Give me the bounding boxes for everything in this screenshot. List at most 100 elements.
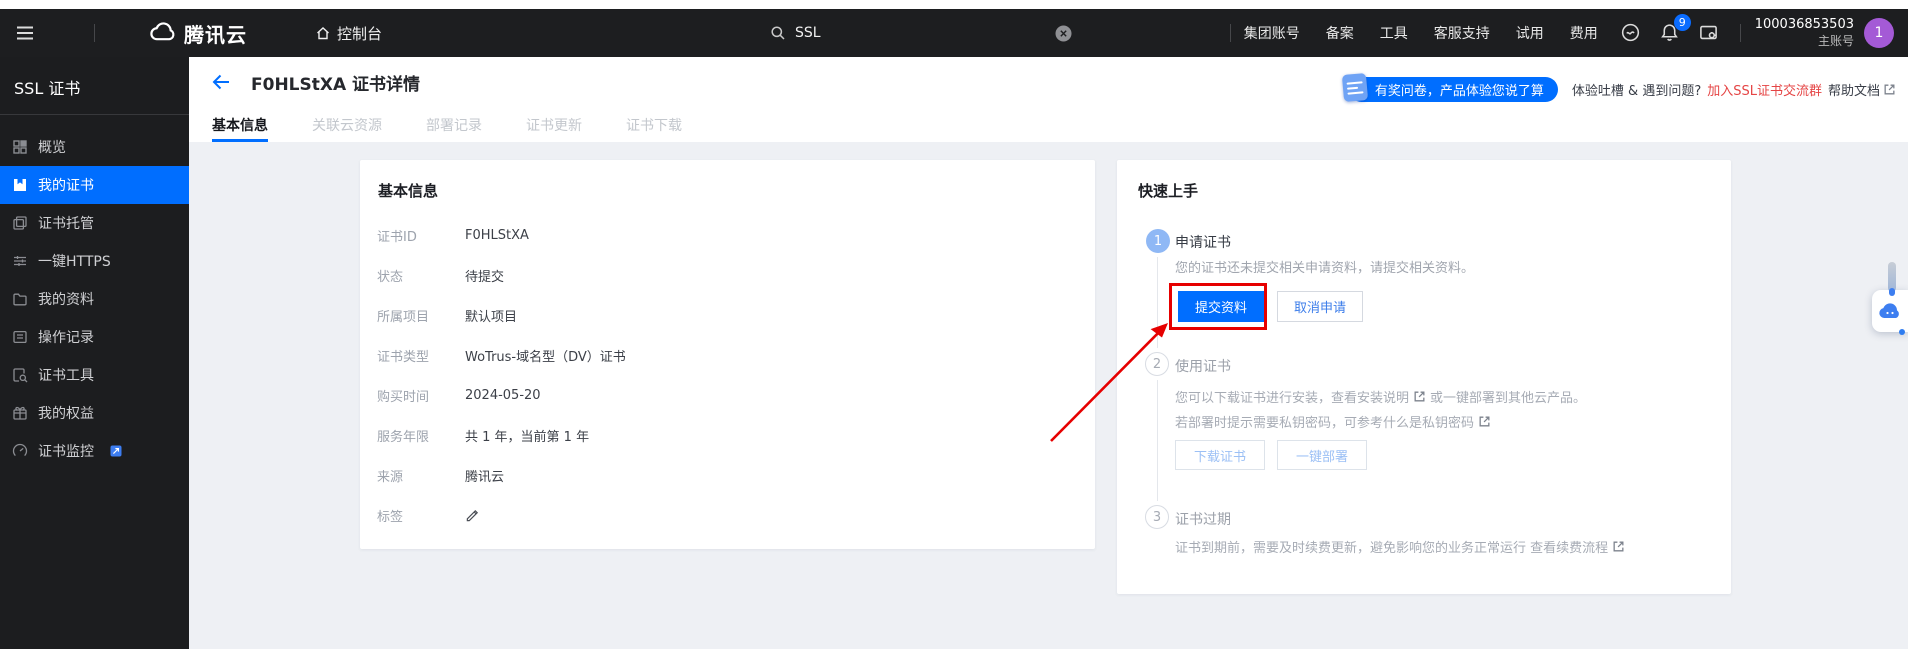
field-value: 默认项目 (465, 306, 517, 325)
cloud-logo-icon (149, 20, 175, 46)
step-3-title: 证书过期 (1175, 509, 1231, 529)
sidebar-item-cert-tools[interactable]: 证书工具 (0, 356, 189, 394)
sidebar-item-label: 我的权益 (38, 403, 94, 423)
info-row-project: 所属项目 默认项目 (360, 295, 1095, 335)
sidebar-item-label: 操作记录 (38, 327, 94, 347)
menu-item-icp[interactable]: 备案 (1313, 23, 1367, 43)
field-label: 服务年限 (377, 426, 465, 445)
hamburger-menu-icon[interactable] (14, 22, 36, 44)
step-2-desc-text: 您可以下载证书进行安装，查看安装说明 (1175, 387, 1409, 406)
service-status-icon[interactable] (1611, 23, 1650, 42)
field-value: 待提交 (465, 266, 504, 285)
edit-tags-pencil-icon[interactable] (465, 508, 480, 523)
notifications-bell-icon[interactable]: 9 (1650, 23, 1689, 42)
survey-doc-icon (1342, 73, 1368, 102)
sidebar-item-cert-monitor[interactable]: 证书监控 (0, 432, 189, 470)
tab-associated-resources[interactable]: 关联云资源 (312, 107, 382, 142)
home-icon (315, 25, 331, 41)
step-2-desc-line2: 若部署时提示需要私钥密码，可参考什么是私钥密码 (1175, 412, 1491, 431)
field-value: WoTrus-域名型（DV）证书 (465, 346, 626, 365)
brand-name: 腾讯云 (184, 19, 247, 48)
external-link-icon[interactable] (1478, 415, 1491, 428)
tab-basic-info[interactable]: 基本信息 (212, 107, 268, 142)
external-link-icon[interactable] (1413, 390, 1426, 403)
survey-banner-text: 有奖问卷，产品体验您说了算 (1375, 80, 1544, 99)
field-value: F0HLStXA (465, 228, 529, 243)
one-click-deploy-button[interactable]: 一键部署 (1277, 440, 1367, 470)
search-bar[interactable]: SSL (770, 9, 1072, 57)
step-3-desc: 证书到期前，需要及时续费更新，避免影响您的业务正常运行 查看续费流程 (1175, 537, 1625, 556)
window-top-strip (0, 0, 1908, 9)
assistant-widget[interactable] (1872, 290, 1908, 332)
info-row-status: 状态 待提交 (360, 255, 1095, 295)
step-2-desc-line1: 您可以下载证书进行安装，查看安装说明 或一键部署到其他云产品。 (1175, 387, 1586, 406)
join-group-link[interactable]: 加入SSL证书交流群 (1707, 80, 1822, 99)
topbar-divider (94, 24, 95, 42)
cloud-assistant-icon (1878, 301, 1902, 321)
log-icon (12, 329, 28, 345)
console-link[interactable]: 控制台 (315, 23, 382, 44)
cancel-application-button[interactable]: 取消申请 (1277, 291, 1363, 322)
sidebar-item-overview[interactable]: 概览 (0, 128, 189, 166)
menu-item-trial[interactable]: 试用 (1503, 23, 1557, 43)
tencent-cloud-logo[interactable]: 腾讯云 (149, 19, 247, 48)
menu-item-billing[interactable]: 费用 (1557, 23, 1611, 43)
tab-deployment-records[interactable]: 部署记录 (426, 107, 482, 142)
menu-item-group-account[interactable]: 集团账号 (1231, 23, 1313, 43)
sidebar-item-operation-log[interactable]: 操作记录 (0, 318, 189, 356)
step-2-circle: 2 (1145, 352, 1169, 376)
info-row-tags: 标签 (360, 495, 1095, 535)
page-title: F0HLStXA 证书详情 (251, 70, 420, 95)
sidebar-item-label: 概览 (38, 137, 66, 157)
tab-cert-download[interactable]: 证书下载 (626, 107, 682, 142)
step-1-desc: 您的证书还未提交相关申请资料，请提交相关资料。 (1175, 257, 1474, 276)
field-label: 标签 (377, 506, 465, 525)
external-link-icon (1883, 83, 1896, 96)
assistant-status-dot (1899, 329, 1905, 335)
account-info[interactable]: 100036853503 主账号 (1755, 17, 1854, 49)
basic-info-title: 基本信息 (360, 160, 1095, 201)
sidebar-item-my-profile[interactable]: 我的资料 (0, 280, 189, 318)
help-doc-link[interactable]: 帮助文档 (1828, 80, 1896, 99)
download-cert-button[interactable]: 下载证书 (1175, 440, 1265, 470)
field-value: 腾讯云 (465, 466, 504, 485)
search-input-value[interactable]: SSL (795, 25, 821, 41)
console-label: 控制台 (337, 23, 382, 44)
sidebar-item-my-certificates[interactable]: 我的证书 (0, 166, 189, 204)
sidebar-item-label: 证书托管 (38, 213, 94, 233)
quick-start-card: 快速上手 1 申请证书 您的证书还未提交相关申请资料，请提交相关资料。 提交资料… (1117, 160, 1731, 594)
back-button[interactable] (210, 71, 232, 93)
field-label: 证书类型 (377, 346, 465, 365)
sidebar-item-label: 证书监控 (38, 441, 94, 461)
sidebar-item-label: 我的证书 (38, 175, 94, 195)
certificate-icon (12, 177, 28, 193)
sidebar-item-label: 证书工具 (38, 365, 94, 385)
info-row-cert-type: 证书类型 WoTrus-域名型（DV）证书 (360, 335, 1095, 375)
step-connector (1157, 257, 1158, 348)
search-clear-icon[interactable] (1055, 25, 1072, 42)
tab-cert-renewal[interactable]: 证书更新 (526, 107, 582, 142)
console-settings-icon[interactable] (1689, 23, 1728, 42)
gift-icon (12, 405, 28, 421)
info-row-source: 来源 腾讯云 (360, 455, 1095, 495)
menu-item-tools[interactable]: 工具 (1367, 23, 1421, 43)
avatar[interactable]: 1 (1864, 18, 1894, 48)
info-row-service-years: 服务年限 共 1 年，当前第 1 年 (360, 415, 1095, 455)
field-value: 共 1 年，当前第 1 年 (465, 426, 589, 445)
assistant-widget-handle (1888, 262, 1896, 292)
page-header: F0HLStXA 证书详情 有奖问卷，产品体验您说了算 体验吐槽 & 遇到问题?… (189, 57, 1908, 142)
field-value: 2024-05-20 (465, 388, 541, 403)
external-link-icon[interactable] (1612, 540, 1625, 553)
step-1-title: 申请证书 (1175, 232, 1231, 252)
step-2-desc-text: 或一键部署到其他云产品。 (1430, 387, 1586, 406)
basic-info-card: 基本信息 证书ID F0HLStXA 状态 待提交 所属项目 默认项目 (360, 160, 1095, 549)
external-link-icon (110, 445, 122, 457)
survey-banner[interactable]: 有奖问卷，产品体验您说了算 (1349, 77, 1558, 102)
search-icon (770, 25, 786, 41)
feedback-text: 体验吐槽 & 遇到问题? (1572, 80, 1701, 99)
submit-materials-button[interactable]: 提交资料 (1178, 291, 1264, 322)
menu-item-support[interactable]: 客服支持 (1421, 23, 1503, 43)
sidebar-item-my-benefits[interactable]: 我的权益 (0, 394, 189, 432)
sidebar-item-one-click-https[interactable]: 一键HTTPS (0, 242, 189, 280)
sidebar-item-cert-hosting[interactable]: 证书托管 (0, 204, 189, 242)
